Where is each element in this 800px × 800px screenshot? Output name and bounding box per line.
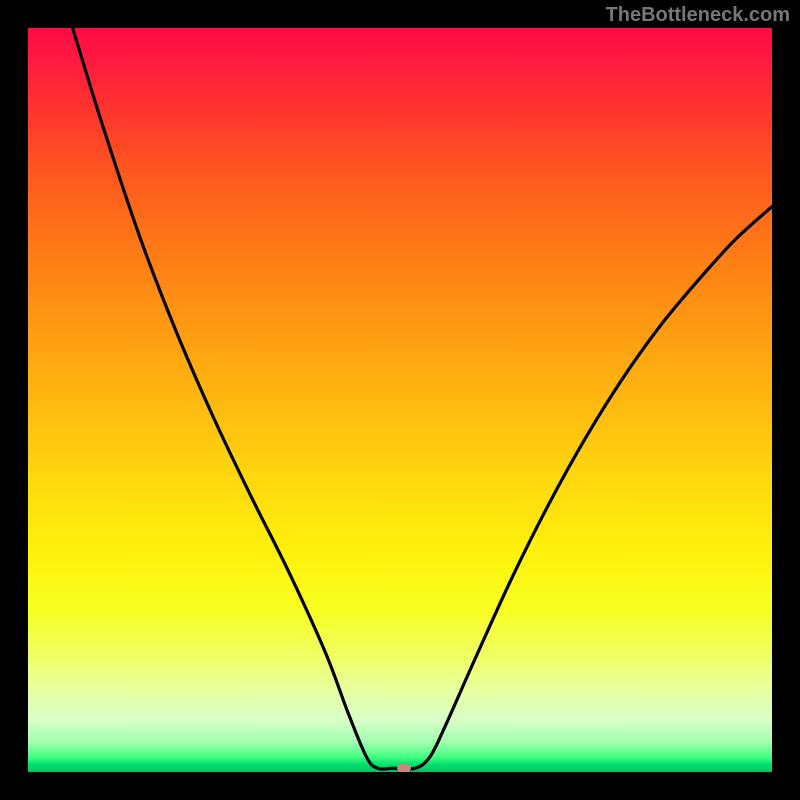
curve-svg: [28, 28, 772, 772]
bottleneck-curve: [73, 28, 772, 769]
optimum-marker: [397, 763, 411, 772]
chart-container: TheBottleneck.com: [0, 0, 800, 800]
plot-area: [28, 28, 772, 772]
watermark-text: TheBottleneck.com: [606, 4, 790, 27]
